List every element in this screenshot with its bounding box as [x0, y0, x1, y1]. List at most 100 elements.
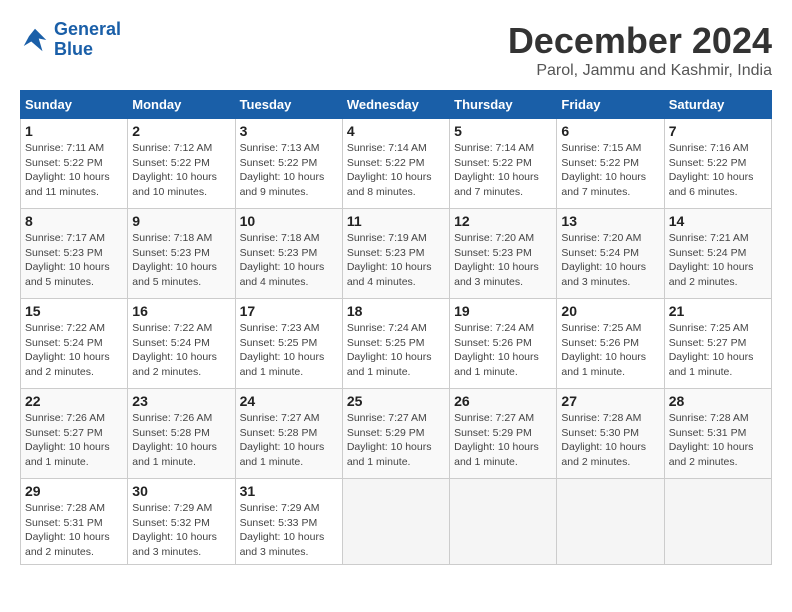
day-number: 27: [561, 393, 659, 409]
day-info: Sunrise: 7:25 AM Sunset: 5:27 PM Dayligh…: [669, 321, 767, 380]
day-cell-22: 22Sunrise: 7:26 AM Sunset: 5:27 PM Dayli…: [21, 389, 128, 479]
day-cell-29: 29Sunrise: 7:28 AM Sunset: 5:31 PM Dayli…: [21, 479, 128, 565]
day-cell-24: 24 Sunrise: 7:27 AM Sunset: 5:28 PM Dayli…: [235, 389, 342, 479]
empty-cell: [342, 479, 449, 565]
day-cell-13: 13 Sunrise: 7:20 AM Sunset: 5:24 PM Dayli…: [557, 209, 664, 299]
day-info: Sunrise: 7:28 AM Sunset: 5:31 PM Dayligh…: [25, 501, 123, 560]
day-info: Sunrise: 7:14 AM Sunset: 5:22 PM Dayligh…: [454, 141, 552, 200]
day-cell-4: 4 Sunrise: 7:14 AM Sunset: 5:22 PM Daylig…: [342, 119, 449, 209]
day-number: 7: [669, 123, 767, 139]
day-cell-23: 23Sunrise: 7:26 AM Sunset: 5:28 PM Dayli…: [128, 389, 235, 479]
day-info: Sunrise: 7:20 AM Sunset: 5:23 PM Dayligh…: [454, 231, 552, 290]
day-info: Sunrise: 7:28 AM Sunset: 5:30 PM Dayligh…: [561, 411, 659, 470]
header-cell-friday: Friday: [557, 91, 664, 119]
day-cell-6: 6Sunrise: 7:15 AM Sunset: 5:22 PM Daylig…: [557, 119, 664, 209]
month-title: December 2024: [508, 20, 772, 62]
calendar-week-5: 29Sunrise: 7:28 AM Sunset: 5:31 PM Dayli…: [21, 479, 772, 565]
day-info: Sunrise: 7:29 AM Sunset: 5:33 PM Dayligh…: [240, 501, 338, 560]
day-info: Sunrise: 7:11 AM Sunset: 5:22 PM Dayligh…: [25, 141, 123, 200]
header-cell-monday: Monday: [128, 91, 235, 119]
day-number: 3: [240, 123, 338, 139]
day-info: Sunrise: 7:18 AM Sunset: 5:23 PM Dayligh…: [240, 231, 338, 290]
day-cell-1: 1 Sunrise: 7:11 AM Sunset: 5:22 PM Daylig…: [21, 119, 128, 209]
calendar-week-3: 15 Sunrise: 7:22 AM Sunset: 5:24 PM Dayli…: [21, 299, 772, 389]
empty-cell: [664, 479, 771, 565]
logo-icon: [20, 25, 50, 55]
calendar-week-1: 1 Sunrise: 7:11 AM Sunset: 5:22 PM Daylig…: [21, 119, 772, 209]
location-subtitle: Parol, Jammu and Kashmir, India: [508, 62, 772, 80]
empty-cell: [450, 479, 557, 565]
day-number: 12: [454, 213, 552, 229]
day-info: Sunrise: 7:26 AM Sunset: 5:28 PM Dayligh…: [132, 411, 230, 470]
day-number: 9: [132, 213, 230, 229]
day-cell-14: 14Sunrise: 7:21 AM Sunset: 5:24 PM Dayli…: [664, 209, 771, 299]
day-cell-11: 11 Sunrise: 7:19 AM Sunset: 5:23 PM Dayli…: [342, 209, 449, 299]
day-number: 15: [25, 303, 123, 319]
day-cell-21: 21Sunrise: 7:25 AM Sunset: 5:27 PM Dayli…: [664, 299, 771, 389]
day-info: Sunrise: 7:22 AM Sunset: 5:24 PM Dayligh…: [132, 321, 230, 380]
day-number: 16: [132, 303, 230, 319]
day-number: 30: [132, 483, 230, 499]
day-cell-27: 27 Sunrise: 7:28 AM Sunset: 5:30 PM Dayli…: [557, 389, 664, 479]
day-info: Sunrise: 7:18 AM Sunset: 5:23 PM Dayligh…: [132, 231, 230, 290]
header-cell-thursday: Thursday: [450, 91, 557, 119]
day-info: Sunrise: 7:27 AM Sunset: 5:28 PM Dayligh…: [240, 411, 338, 470]
day-cell-18: 18Sunrise: 7:24 AM Sunset: 5:25 PM Dayli…: [342, 299, 449, 389]
calendar-body: 1 Sunrise: 7:11 AM Sunset: 5:22 PM Daylig…: [21, 119, 772, 565]
calendar-week-2: 8 Sunrise: 7:17 AM Sunset: 5:23 PM Daylig…: [21, 209, 772, 299]
day-cell-25: 25Sunrise: 7:27 AM Sunset: 5:29 PM Dayli…: [342, 389, 449, 479]
day-cell-5: 5 Sunrise: 7:14 AM Sunset: 5:22 PM Daylig…: [450, 119, 557, 209]
day-number: 25: [347, 393, 445, 409]
day-info: Sunrise: 7:25 AM Sunset: 5:26 PM Dayligh…: [561, 321, 659, 380]
day-number: 1: [25, 123, 123, 139]
day-cell-26: 26Sunrise: 7:27 AM Sunset: 5:29 PM Dayli…: [450, 389, 557, 479]
day-cell-10: 10 Sunrise: 7:18 AM Sunset: 5:23 PM Dayli…: [235, 209, 342, 299]
day-number: 24: [240, 393, 338, 409]
day-number: 17: [240, 303, 338, 319]
day-info: Sunrise: 7:23 AM Sunset: 5:25 PM Dayligh…: [240, 321, 338, 380]
logo: General Blue: [20, 20, 121, 60]
header-row: SundayMondayTuesdayWednesdayThursdayFrid…: [21, 91, 772, 119]
day-number: 4: [347, 123, 445, 139]
day-info: Sunrise: 7:26 AM Sunset: 5:27 PM Dayligh…: [25, 411, 123, 470]
day-info: Sunrise: 7:19 AM Sunset: 5:23 PM Dayligh…: [347, 231, 445, 290]
page-header: General Blue December 2024 Parol, Jammu …: [20, 20, 772, 80]
day-number: 13: [561, 213, 659, 229]
day-number: 11: [347, 213, 445, 229]
day-cell-8: 8 Sunrise: 7:17 AM Sunset: 5:23 PM Daylig…: [21, 209, 128, 299]
day-info: Sunrise: 7:13 AM Sunset: 5:22 PM Dayligh…: [240, 141, 338, 200]
day-info: Sunrise: 7:24 AM Sunset: 5:25 PM Dayligh…: [347, 321, 445, 380]
day-info: Sunrise: 7:29 AM Sunset: 5:32 PM Dayligh…: [132, 501, 230, 560]
day-info: Sunrise: 7:28 AM Sunset: 5:31 PM Dayligh…: [669, 411, 767, 470]
day-number: 19: [454, 303, 552, 319]
day-info: Sunrise: 7:20 AM Sunset: 5:24 PM Dayligh…: [561, 231, 659, 290]
day-number: 2: [132, 123, 230, 139]
day-cell-16: 16 Sunrise: 7:22 AM Sunset: 5:24 PM Dayli…: [128, 299, 235, 389]
day-cell-15: 15Sunrise: 7:22 AM Sunset: 5:24 PM Dayli…: [21, 299, 128, 389]
header-cell-tuesday: Tuesday: [235, 91, 342, 119]
day-number: 28: [669, 393, 767, 409]
day-info: Sunrise: 7:24 AM Sunset: 5:26 PM Dayligh…: [454, 321, 552, 380]
day-info: Sunrise: 7:14 AM Sunset: 5:22 PM Dayligh…: [347, 141, 445, 200]
empty-cell: [557, 479, 664, 565]
header-cell-sunday: Sunday: [21, 91, 128, 119]
day-number: 8: [25, 213, 123, 229]
header-cell-saturday: Saturday: [664, 91, 771, 119]
day-cell-30: 30 Sunrise: 7:29 AM Sunset: 5:32 PM Dayli…: [128, 479, 235, 565]
day-number: 20: [561, 303, 659, 319]
day-cell-9: 9 Sunrise: 7:18 AM Sunset: 5:23 PM Daylig…: [128, 209, 235, 299]
day-info: Sunrise: 7:16 AM Sunset: 5:22 PM Dayligh…: [669, 141, 767, 200]
header-cell-wednesday: Wednesday: [342, 91, 449, 119]
day-number: 14: [669, 213, 767, 229]
day-cell-3: 3 Sunrise: 7:13 AM Sunset: 5:22 PM Daylig…: [235, 119, 342, 209]
day-number: 10: [240, 213, 338, 229]
day-number: 5: [454, 123, 552, 139]
day-number: 6: [561, 123, 659, 139]
day-info: Sunrise: 7:17 AM Sunset: 5:23 PM Dayligh…: [25, 231, 123, 290]
day-cell-19: 19 Sunrise: 7:24 AM Sunset: 5:26 PM Dayli…: [450, 299, 557, 389]
day-number: 31: [240, 483, 338, 499]
day-info: Sunrise: 7:12 AM Sunset: 5:22 PM Dayligh…: [132, 141, 230, 200]
day-cell-31: 31 Sunrise: 7:29 AM Sunset: 5:33 PM Dayli…: [235, 479, 342, 565]
day-cell-20: 20 Sunrise: 7:25 AM Sunset: 5:26 PM Dayli…: [557, 299, 664, 389]
calendar-header: SundayMondayTuesdayWednesdayThursdayFrid…: [21, 91, 772, 119]
